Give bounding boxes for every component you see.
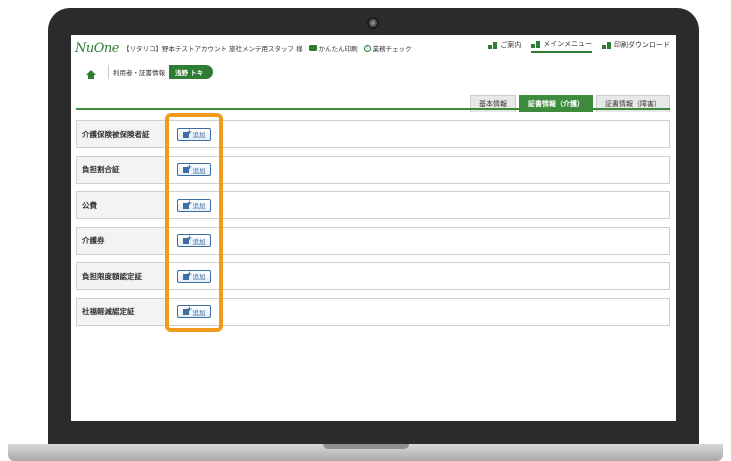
add-icon bbox=[182, 199, 192, 209]
nav-guide-label: ご案内 bbox=[500, 41, 522, 49]
add-button[interactable]: 追加 bbox=[177, 305, 211, 318]
add-button[interactable]: 追加 bbox=[177, 198, 211, 212]
row-label: 介護券 bbox=[77, 227, 169, 254]
list-item: 負担限度額認定証 追加 bbox=[76, 262, 670, 290]
breadcrumb-current: 浅野 トキ bbox=[169, 65, 214, 79]
add-button[interactable]: 追加 bbox=[177, 127, 211, 141]
add-button[interactable]: 追加 bbox=[177, 163, 211, 176]
row-label: 負担割合証 bbox=[77, 156, 169, 183]
info-icon: i bbox=[363, 44, 371, 52]
nav-main-menu[interactable]: メインメニュー bbox=[531, 39, 592, 53]
nav-guide[interactable]: ご案内 bbox=[488, 40, 521, 52]
list-item: 社福軽減認定証 追加 bbox=[76, 297, 670, 326]
app-logo[interactable]: NuOne bbox=[75, 41, 119, 56]
laptop-notch bbox=[323, 444, 409, 449]
print-link[interactable]: かんたん印刷 bbox=[308, 43, 358, 53]
add-button-label: 追加 bbox=[192, 166, 206, 175]
list-item: 負担割合証 追加 bbox=[76, 155, 670, 184]
add-button[interactable]: 追加 bbox=[177, 269, 211, 283]
home-button[interactable] bbox=[81, 65, 101, 79]
add-button-label: 追加 bbox=[192, 308, 206, 317]
add-icon bbox=[182, 128, 192, 138]
add-button-label: 追加 bbox=[192, 237, 206, 246]
grid-icon bbox=[488, 41, 498, 49]
nav-main-menu-label: メインメニュー bbox=[543, 40, 592, 48]
top-nav: ご案内 メインメニュー 印刷ダウンロード bbox=[488, 39, 670, 53]
home-icon bbox=[86, 69, 96, 79]
nav-print-download-label: 印刷ダウンロード bbox=[614, 41, 670, 49]
add-icon bbox=[182, 270, 192, 280]
breadcrumb-separator bbox=[103, 65, 109, 79]
list-item: 公費 追加 bbox=[76, 191, 670, 219]
add-button-label: 追加 bbox=[192, 202, 206, 210]
add-icon bbox=[182, 163, 192, 173]
check-link[interactable]: i 業務チェック bbox=[363, 43, 412, 53]
printer-icon bbox=[308, 45, 317, 51]
row-label: 負担限度額認定証 bbox=[77, 263, 169, 289]
app-screen: NuOne 【リタリコ】野本テストアカウント 旅社メンテ用スタッフ 様 かんたん… bbox=[71, 35, 676, 421]
check-link-label: 業務チェック bbox=[372, 45, 412, 53]
row-label: 介護保険被保険者証 bbox=[77, 121, 169, 147]
breadcrumb-path[interactable]: 利用者・証書情報 bbox=[113, 67, 165, 77]
add-button-label: 追加 bbox=[192, 273, 206, 281]
add-icon bbox=[182, 234, 192, 244]
app-header: NuOne 【リタリコ】野本テストアカウント 旅社メンテ用スタッフ 様 かんたん… bbox=[71, 35, 676, 61]
tab-underline bbox=[76, 108, 670, 110]
nav-print-download[interactable]: 印刷ダウンロード bbox=[602, 40, 670, 52]
device-mockup: NuOne 【リタリコ】野本テストアカウント 旅社メンテ用スタッフ 様 かんたん… bbox=[0, 0, 731, 461]
list-item: 介護保険被保険者証 追加 bbox=[76, 120, 670, 148]
breadcrumb: 利用者・証書情報 浅野 トキ bbox=[81, 65, 214, 79]
add-button-label: 追加 bbox=[192, 131, 206, 139]
add-icon bbox=[182, 305, 192, 315]
print-link-label: かんたん印刷 bbox=[318, 45, 358, 53]
add-button[interactable]: 追加 bbox=[177, 234, 211, 247]
certificate-list: 介護保険被保険者証 追加 負担割合証 追加 公費 追加 bbox=[76, 120, 670, 333]
list-item: 介護券 追加 bbox=[76, 226, 670, 255]
user-info: 【リタリコ】野本テストアカウント 旅社メンテ用スタッフ 様 bbox=[122, 45, 303, 53]
grid-icon bbox=[531, 40, 541, 48]
row-label: 公費 bbox=[77, 192, 169, 218]
row-label: 社福軽減認定証 bbox=[77, 298, 169, 325]
camera-icon bbox=[367, 17, 379, 29]
grid-icon bbox=[602, 41, 611, 49]
